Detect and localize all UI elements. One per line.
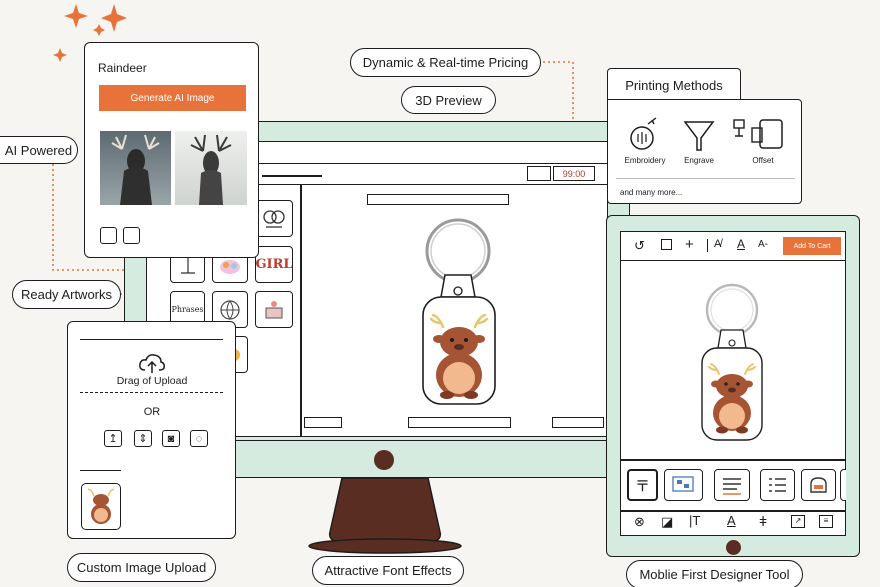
drag-upload-text: Drag of Upload [116,375,188,387]
list-icon [769,478,786,492]
artwork-icon [263,210,285,228]
mobile-curve-icon[interactable]: ↗ [791,515,805,528]
artwork-tile-girl[interactable]: GIRL [255,246,293,283]
ai-result-image-1[interactable] [100,131,171,205]
mobile-icon-row-divider [620,510,846,512]
label-ai-powered: AI Powered [0,136,78,164]
printing-more-text: and many more... [620,188,683,197]
engrave-icon [683,121,715,151]
label-3d-preview: 3D Preview [401,86,496,114]
screen-header-line [262,175,322,177]
monitor-stand [308,477,462,554]
mobile-text-icon[interactable]: |T [689,513,700,528]
canvas-bottom-bar-mid [408,417,511,428]
printing-methods-tab: Printing Methods [607,68,741,102]
mobile-align-icon[interactable]: ≡ [819,515,833,528]
printing-method-embroidery: Embroidery [624,156,666,165]
canvas-bottom-bar-right [552,417,604,428]
artwork-phrases-text: Phrases [171,305,204,314]
uploaded-image-thumb[interactable] [81,483,121,530]
upload-top-rule [80,339,223,341]
or-text: OR [143,406,161,418]
reindeer-image [111,134,160,205]
artwork-girl-text: GIRL [255,257,293,272]
upload-dashed-rule [80,392,223,393]
mobile-tool-partial[interactable] [840,469,846,501]
label-dynamic-pricing: Dynamic & Real-time Pricing [350,48,541,77]
ai-option-checkbox-2[interactable] [123,227,140,244]
mobile-close-icon[interactable]: ⊗ [634,514,645,530]
text-style-icon[interactable]: A̸ [714,238,721,250]
upload-bottom-rule [80,470,121,472]
mobile-tool-qr[interactable] [664,469,703,501]
generate-ai-label: Generate AI Image [130,92,215,104]
keychain-preview [422,218,496,405]
upload-cloud-icon[interactable] [138,352,166,374]
add-icon[interactable]: + [685,236,694,253]
ai-result-image-2[interactable] [175,131,247,205]
shape-icon [810,477,827,493]
artwork-panel-divider [300,185,302,437]
embroidery-icon [630,117,657,150]
printing-methods-card: Embroidery Engrave Offset and many more.… [607,99,802,204]
screen-header-slot [527,166,551,181]
toolbar-divider [707,239,709,252]
add-to-cart-button[interactable]: Add To Cart [783,237,841,255]
canvas-top-bar [367,194,509,205]
artwork-tile-cake[interactable] [255,291,293,328]
cake-icon [265,301,283,319]
printing-methods-title: Printing Methods [625,78,723,93]
instagram-icon[interactable]: ◙ [162,430,180,447]
rotate-icon[interactable]: ↺ [634,238,645,254]
mobile-tool-list[interactable] [760,469,795,501]
printing-method-engrave: Engrave [684,156,714,165]
offset-icon [733,119,783,149]
artwork-tile-logo[interactable] [255,200,293,237]
mobile-bottom-panel-divider [620,459,846,461]
shape-icon[interactable] [661,239,672,250]
monitor-power-dot [374,450,394,470]
reindeer-image [190,134,232,205]
upload-card: Drag of Upload OR ↥ ⇕ ◙ ◌ [67,321,236,539]
ai-prompt-text[interactable]: Raindeer [98,61,147,75]
ai-option-checkbox-1[interactable] [100,227,117,244]
mobile-tool-text[interactable]: 〒 [627,469,658,501]
price-value: 99:00 [562,168,586,179]
generate-ai-button[interactable]: Generate AI Image [99,85,246,111]
mobile-strike-icon[interactable]: ǂ [759,513,767,529]
printing-method-offset: Offset [752,156,774,165]
mobile-tool-shape[interactable] [801,469,836,501]
price-display: 99:00 [553,166,595,181]
add-to-cart-label: Add To Cart [793,242,831,250]
lines-icon [723,478,741,495]
label-attractive-font-effects: Attractive Font Effects [312,556,464,585]
mobile-edit-icon[interactable]: ◪ [661,514,673,530]
printing-divider [616,178,795,179]
mobile-keychain-preview [701,283,763,441]
canvas-bottom-bar-left [304,417,342,428]
label-ready-artworks: Ready Artworks [12,280,121,309]
font-size-icon[interactable]: A- [758,239,768,250]
qr-icon [672,476,694,492]
mobile-home-dot [726,540,741,555]
mobile-tool-lines[interactable] [714,469,750,501]
upload-source-button-2[interactable]: ⇕ [134,430,152,447]
ai-generator-card: Raindeer Generate AI Image [84,42,259,258]
mobile-font-icon[interactable]: A [727,513,736,528]
upload-source-button-4[interactable]: ◌ [190,430,208,447]
label-mobile-first: Moblie First Designer Tool [626,560,803,587]
deer-thumb-icon [87,488,115,524]
font-color-icon[interactable]: A [737,237,745,251]
upload-source-button-1[interactable]: ↥ [104,430,122,447]
label-custom-image-upload: Custom Image Upload [67,553,216,582]
